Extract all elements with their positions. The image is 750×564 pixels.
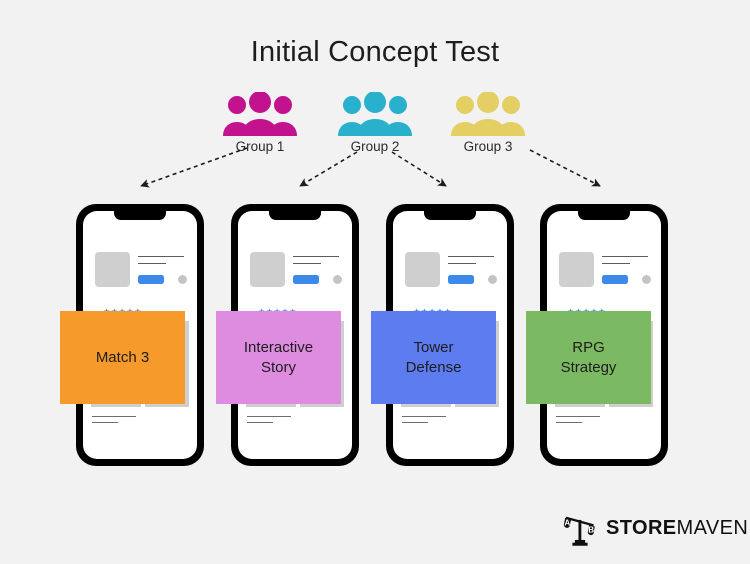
app-title-placeholder	[448, 256, 494, 258]
logo-wordmark: STOREMAVEN	[606, 517, 748, 540]
concept-card-rpg-strategy[interactable]: RPG Strategy	[526, 311, 651, 404]
install-button[interactable]	[448, 275, 474, 284]
scale-left-label: A	[564, 518, 570, 527]
people-group-icon	[338, 92, 412, 136]
description-line-2	[92, 422, 118, 424]
group-3-label: Group 3	[463, 139, 513, 154]
people-group-icon	[223, 92, 297, 136]
phone-notch	[424, 211, 476, 220]
install-button[interactable]	[138, 275, 164, 284]
group-2: Group 2	[315, 92, 435, 154]
app-title-placeholder	[138, 256, 184, 258]
group-1-label: Group 1	[235, 139, 285, 154]
share-icon[interactable]	[333, 275, 342, 284]
description-line-1	[556, 416, 600, 418]
description-line-2	[556, 422, 582, 424]
logo-brand-light: MAVEN	[676, 516, 749, 539]
share-icon[interactable]	[178, 275, 187, 284]
app-title-placeholder	[602, 256, 648, 258]
phone-notch	[114, 211, 166, 220]
app-title-placeholder	[293, 256, 339, 258]
logo-brand-bold: STORE	[606, 516, 677, 539]
phone-notch	[578, 211, 630, 220]
scale-right-label: B	[588, 526, 594, 535]
share-icon[interactable]	[488, 275, 497, 284]
storemaven-logo: A B STOREMAVEN	[561, 508, 748, 548]
install-button[interactable]	[602, 275, 628, 284]
share-icon[interactable]	[642, 275, 651, 284]
app-icon-placeholder	[405, 252, 440, 287]
description-line-1	[92, 416, 136, 418]
page-title: Initial Concept Test	[250, 36, 500, 68]
group-1: Group 1	[200, 92, 320, 154]
app-subtitle-placeholder	[602, 263, 630, 265]
description-line-2	[247, 422, 273, 424]
group-3: Group 3	[428, 92, 548, 154]
concept-card-tower-defense[interactable]: Tower Defense	[371, 311, 496, 404]
group-2-label: Group 2	[350, 139, 400, 154]
concept-card-match-3[interactable]: Match 3	[60, 311, 185, 404]
app-icon-placeholder	[250, 252, 285, 287]
ab-balance-scale-icon: A B	[563, 516, 595, 546]
app-icon-placeholder	[95, 252, 130, 287]
phone-notch	[269, 211, 321, 220]
description-line-2	[402, 422, 428, 424]
install-button[interactable]	[293, 275, 319, 284]
description-line-1	[247, 416, 291, 418]
test-groups: Group 1 Group 2 Group 3	[0, 92, 750, 164]
description-line-1	[402, 416, 446, 418]
infographic-canvas: Initial Concept Test Group 1 Group 2 Gro…	[0, 0, 750, 564]
app-subtitle-placeholder	[138, 263, 166, 265]
concept-card-interactive-story[interactable]: Interactive Story	[216, 311, 341, 404]
people-group-icon	[451, 92, 525, 136]
app-subtitle-placeholder	[448, 263, 476, 265]
app-icon-placeholder	[559, 252, 594, 287]
app-subtitle-placeholder	[293, 263, 321, 265]
